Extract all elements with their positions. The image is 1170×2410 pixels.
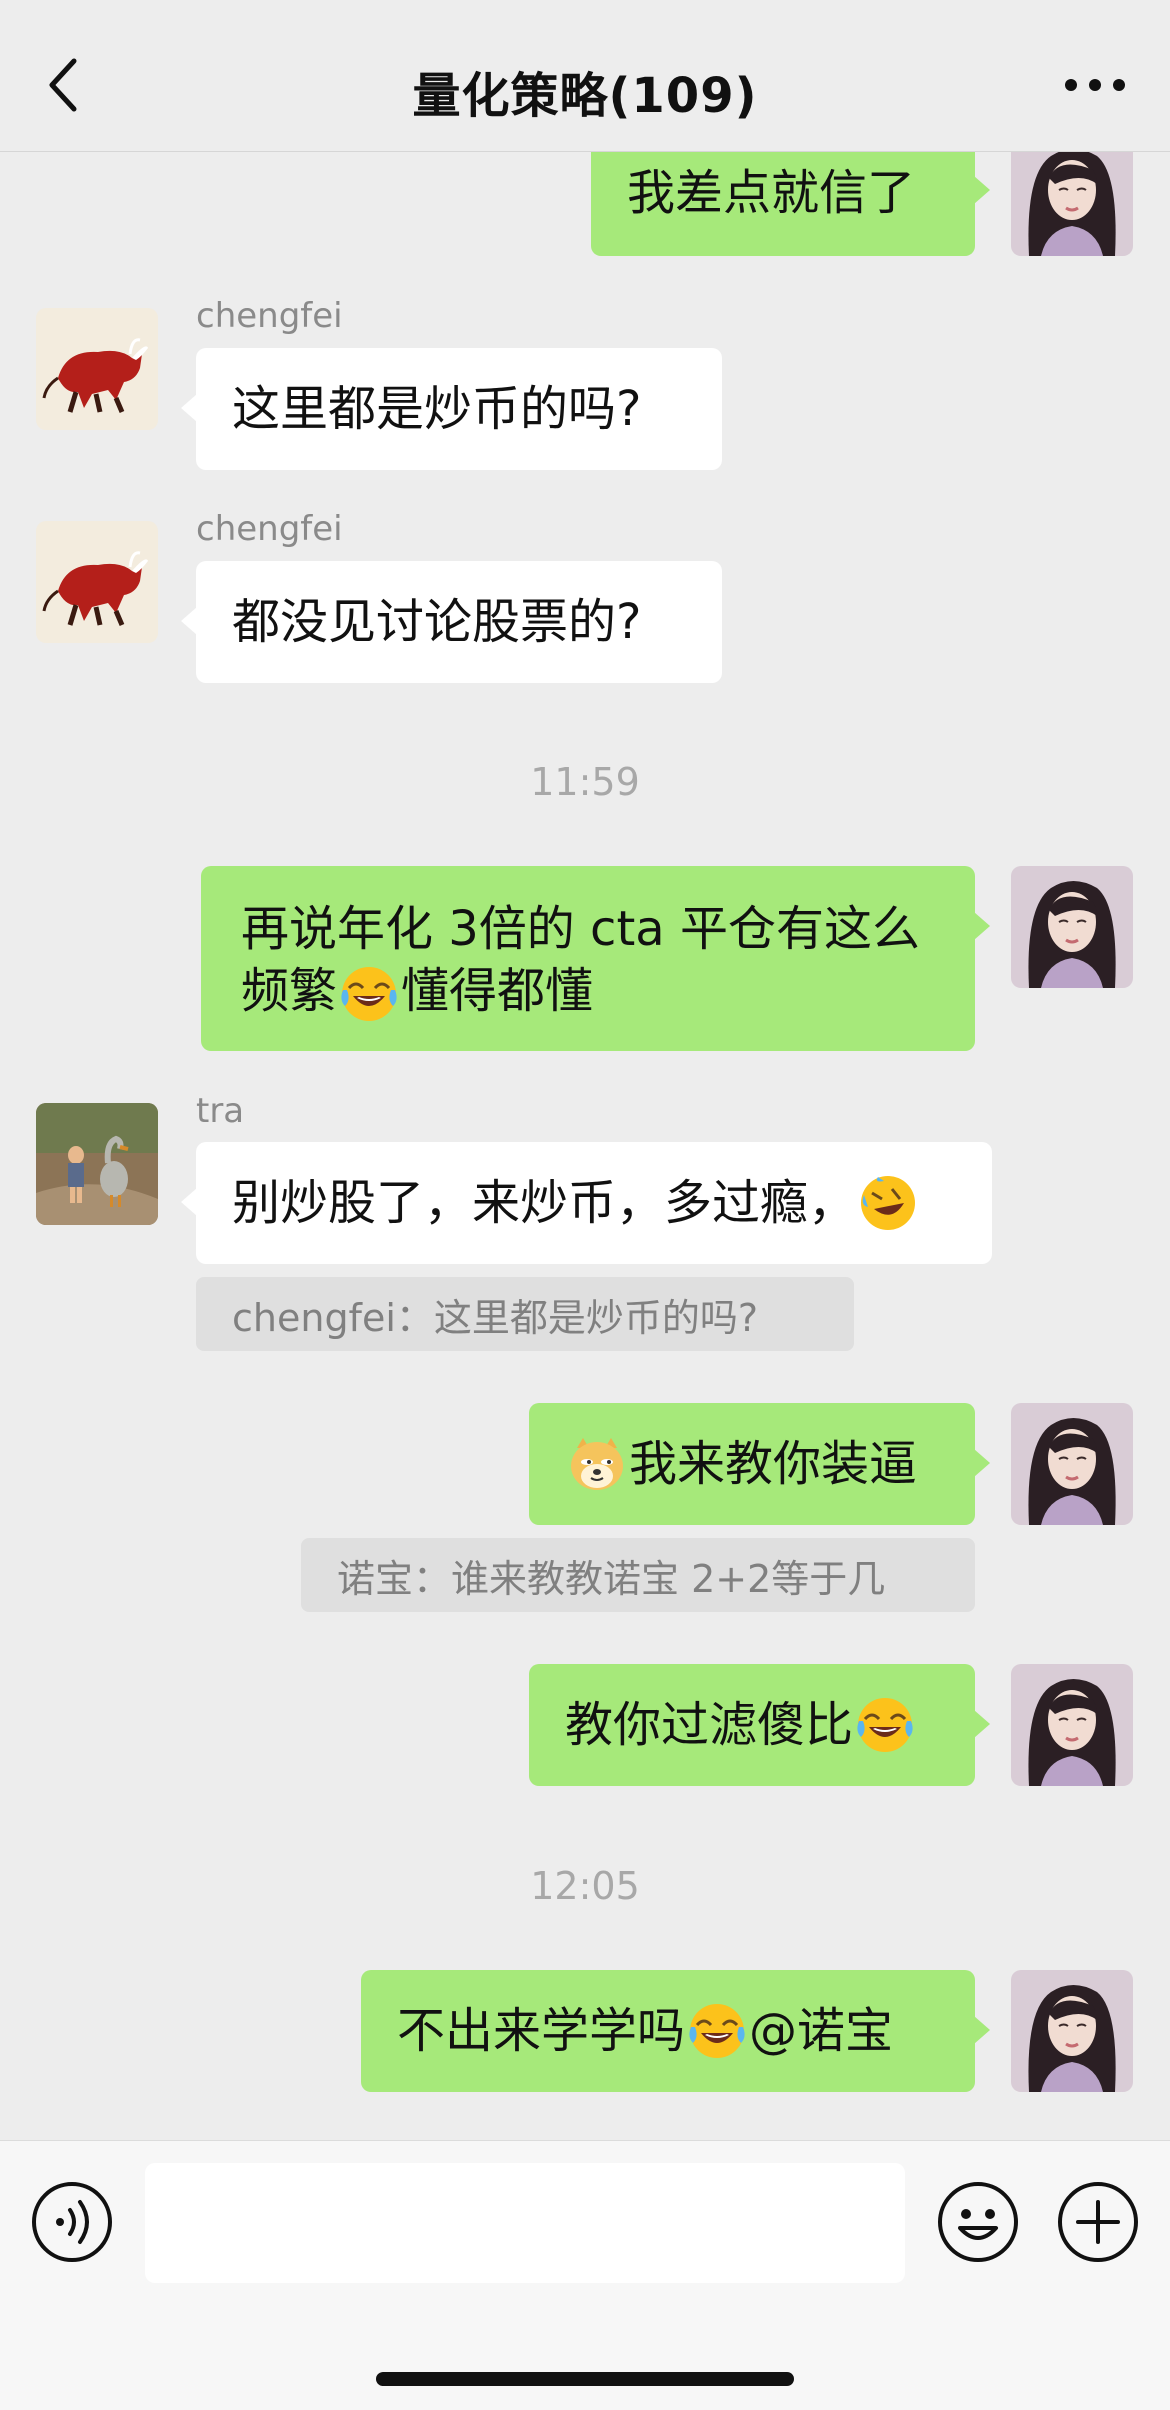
doge-dog-icon xyxy=(567,1434,627,1494)
chat-header: 量化策略(109) xyxy=(0,0,1170,152)
quoted-message[interactable]: 诺宝：谁来教教诺宝 2+2等于几 xyxy=(301,1538,975,1612)
message-bubble-other[interactable]: 都没见讨论股票的? xyxy=(181,561,722,683)
quoted-message[interactable]: chengfei：这里都是炒币的吗? xyxy=(196,1277,854,1351)
message-bubble-other[interactable]: 这里都是炒币的吗? xyxy=(181,348,722,470)
avatar-self[interactable] xyxy=(1011,866,1133,988)
face-with-tears-of-joy-icon xyxy=(339,964,399,1024)
sender-name: chengfei xyxy=(196,509,343,549)
message-bubble-own[interactable]: 教你过滤傻比 xyxy=(529,1664,990,1786)
message-text: 懂得都懂 xyxy=(401,963,594,1019)
more-button[interactable] xyxy=(1060,60,1130,110)
message-text: 我来教你装逼 xyxy=(629,1436,918,1492)
message-bubble-other[interactable]: 别炒股了，来炒币，多过瘾， xyxy=(181,1142,992,1264)
message-bubble-own[interactable]: 再说年化 3倍的 cta 平仓有这么 频繁 懂得都懂 xyxy=(201,866,990,1051)
rolling-laughing-crying-icon xyxy=(858,1173,918,1233)
home-indicator xyxy=(376,2372,794,2386)
timestamp: 12:05 xyxy=(530,1864,640,1908)
avatar-chengfei[interactable] xyxy=(36,521,158,643)
message-text: 别炒股了，来炒币，多过瘾， xyxy=(232,1175,857,1231)
quote-text: 诺宝：谁来教教诺宝 2+2等于几 xyxy=(337,1556,886,1601)
message-text: 不出来学学吗 xyxy=(397,2003,686,2059)
message-text-line: 再说年化 3倍的 cta 平仓有这么 xyxy=(241,901,920,957)
voice-icon xyxy=(32,2182,112,2262)
emoji-button[interactable] xyxy=(936,2180,1020,2264)
avatar-self[interactable] xyxy=(1011,1403,1133,1525)
message-text: 都没见讨论股票的? xyxy=(232,594,642,650)
message-text-line: 频繁 懂得都懂 xyxy=(241,960,935,1024)
sender-name: tra xyxy=(196,1091,245,1131)
quote-text: chengfei：这里都是炒币的吗? xyxy=(232,1295,759,1340)
message-bubble-own[interactable]: 不出来学学吗 @诺宝 xyxy=(361,1970,990,2092)
chat-area[interactable]: 我差点就信了 chengfei 这里都是炒币的吗? chengfei 都没见讨论… xyxy=(0,0,1170,2140)
message-text: 这里都是炒币的吗? xyxy=(232,381,642,437)
message-text: 教你过滤傻比 xyxy=(565,1697,854,1753)
face-with-tears-of-joy-icon xyxy=(687,2001,747,2061)
avatar-tra[interactable] xyxy=(36,1103,158,1225)
plus-icon xyxy=(1058,2182,1138,2262)
plus-button[interactable] xyxy=(1056,2180,1140,2264)
page-title: 量化策略(109) xyxy=(412,68,758,124)
avatar-self[interactable] xyxy=(1011,1664,1133,1786)
avatar-chengfei[interactable] xyxy=(36,308,158,430)
timestamp: 11:59 xyxy=(530,760,640,804)
avatar-self[interactable] xyxy=(1011,1970,1133,2092)
voice-button[interactable] xyxy=(30,2180,114,2264)
message-bubble-own[interactable]: 我来教你装逼 xyxy=(529,1403,990,1525)
more-dots-icon xyxy=(1065,79,1125,91)
message-mention: @诺宝 xyxy=(749,2003,894,2059)
message-text: 频繁 xyxy=(241,963,338,1019)
emoji-face-icon xyxy=(938,2182,1018,2262)
message-input[interactable] xyxy=(145,2163,905,2283)
sender-name: chengfei xyxy=(196,296,343,336)
face-with-tears-of-joy-icon xyxy=(855,1695,915,1755)
avatar-self[interactable] xyxy=(1011,134,1133,256)
message-text: 我差点就信了 xyxy=(627,165,916,221)
